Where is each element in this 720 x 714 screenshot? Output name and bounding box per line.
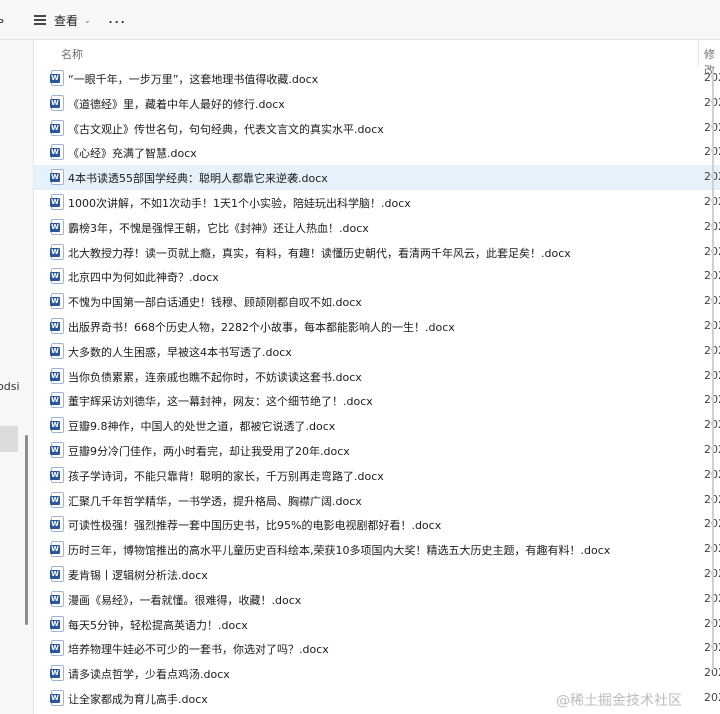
file-row[interactable]: W《心经》充满了智慧.docx202 — [34, 140, 720, 165]
file-name: “一眼千年，一步万里”，这套地理书值得收藏.docx — [68, 73, 319, 86]
column-header-name[interactable]: 名称 — [61, 46, 83, 62]
file-name: 每天5分钟，轻松提高英语力！.docx — [68, 618, 248, 632]
navigation-pane: odsi — [0, 40, 34, 714]
word-document-icon: W — [50, 293, 64, 310]
file-name: 北大教授力荐！读一页就上瘾，真实，有料，有趣！读懂历史朝代，看清两千年风云，此套… — [68, 246, 571, 260]
word-document-icon: W — [50, 218, 64, 235]
file-row[interactable]: W1000次讲解，不如1次动手！1天1个小实验，陪娃玩出科学脑！.docx202 — [34, 190, 720, 215]
file-list-scrollbar[interactable] — [712, 70, 714, 670]
file-name: 出版界奇书！668个历史人物，2282个小故事，每本都能影响人的一生！.docx — [68, 320, 455, 334]
word-document-icon: W — [50, 193, 64, 210]
file-row[interactable]: W每天5分钟，轻松提高英语力！.docx202 — [34, 612, 720, 637]
file-row[interactable]: W可读性极强！强烈推荐一套中国历史书，比95%的电影电视剧都好看！.docx20… — [34, 512, 720, 537]
word-document-icon: W — [50, 70, 64, 86]
watermark: @稀土掘金技术社区 — [556, 693, 682, 709]
file-name: 孩子学诗词，不能只靠背！聪明的家长，千万别再走弯路了.docx — [68, 469, 384, 483]
file-row[interactable]: W 出版界奇书！668个历史人物，2282个小故事，每本都能影响人的一生！.doc… — [34, 314, 720, 339]
file-row[interactable]: W《道德经》里，藏着中年人最好的修行.docx202 — [34, 91, 720, 116]
file-name: 《心经》充满了智慧.docx — [68, 147, 197, 161]
nav-scrollbar[interactable] — [25, 435, 28, 625]
word-document-icon: W — [50, 491, 64, 508]
file-name: 培养物理牛娃必不可少的一套书，你选对了吗？.docx — [68, 643, 329, 657]
file-row[interactable]: W豆瓣9.8神作，中国人的处世之道，都被它说透了.docx202 — [34, 413, 720, 438]
file-name: 麦肯锡丨逻辑树分析法.docx — [68, 568, 208, 582]
word-document-icon: W — [50, 144, 64, 161]
word-document-icon: W — [50, 615, 64, 632]
command-toolbar: ь 查看 ⌄ ... — [0, 0, 720, 40]
file-name: 不愧为中国第一部白话通史！钱穆、顾颉刚都自叹不如.docx — [68, 296, 362, 310]
file-row[interactable]: W“一眼千年，一步万里”，这套地理书值得收藏.docx202 — [34, 66, 720, 91]
word-document-icon: W — [50, 665, 64, 682]
file-row[interactable]: W孩子学诗词，不能只靠背！聪明的家长，千万别再走弯路了.docx202 — [34, 463, 720, 488]
file-row[interactable]: W 历时三年，博物馆推出的高水平儿童历史百科绘本,荣获10多项国内大奖！精选五大历… — [34, 537, 720, 562]
file-name: 可读性极强！强烈推荐一套中国历史书，比95%的电影电视剧都好看！.docx — [68, 519, 442, 533]
word-document-icon: W — [50, 590, 64, 607]
file-name: 霸榜3年，不愧是强悍王朝，它比《封神》还让人热血！.docx — [68, 221, 369, 235]
file-row[interactable]: W 北大教授力荐！读一页就上瘾，真实，有料，有趣！读懂历史朝代，看清两千年风云，此… — [34, 240, 720, 265]
file-row[interactable]: W当你负债累累，连亲戚也瞧不起你时，不妨读读这套书.docx202 — [34, 364, 720, 389]
file-name: 4本书读透55部国学经典：聪明人都靠它来逆袭.docx — [68, 172, 328, 186]
file-name: 当你负债累累，连亲戚也瞧不起你时，不妨读读这套书.docx — [68, 370, 362, 384]
file-name: 漫画《易经》，一看就懂。很难得，收藏！.docx — [68, 593, 302, 607]
word-document-icon: W — [50, 417, 64, 434]
file-row[interactable]: W不愧为中国第一部白话通史！钱穆、顾颉刚都自叹不如.docx202 — [34, 289, 720, 314]
word-document-icon: W — [50, 565, 64, 582]
word-document-icon: W — [50, 689, 64, 706]
file-name: 《古文观止》传世名句，句句经典，代表文言文的真实水平.docx — [68, 122, 384, 136]
toolbar-clipped-text: ь — [0, 12, 5, 26]
word-document-icon: W — [50, 441, 64, 458]
file-row[interactable]: W4本书读透55部国学经典：聪明人都靠它来逆袭.docx202 — [34, 165, 720, 190]
file-row[interactable]: W麦肯锡丨逻辑树分析法.docx202 — [34, 562, 720, 587]
word-document-icon: W — [50, 541, 64, 558]
file-row[interactable]: W请多读点哲学，少看点鸡汤.docx202 — [34, 661, 720, 686]
file-name: 董宇辉采访刘德华，这一幕封神，网友：这个细节绝了！.docx — [68, 395, 373, 409]
file-name: 汇聚几千年哲学精华，一书学透，提升格局、胸襟广阔.docx — [68, 494, 362, 508]
file-row[interactable]: W豆瓣9分冷门佳作，两小时看完，却让我受用了20年.docx202 — [34, 438, 720, 463]
file-row[interactable]: W霸榜3年，不愧是强悍王朝，它比《封神》还让人热血！.docx202 — [34, 215, 720, 240]
file-name: 大多数的人生困惑，早被这4本书写透了.docx — [68, 345, 292, 359]
word-document-icon: W — [50, 119, 64, 136]
file-name: 1000次讲解，不如1次动手！1天1个小实验，陪娃玩出科学脑！.docx — [68, 196, 411, 210]
column-header: 名称 修改 — [34, 40, 720, 77]
file-row[interactable]: W培养物理牛娃必不可少的一套书，你选对了吗？.docx202 — [34, 636, 720, 661]
file-name: 豆瓣9.8神作，中国人的处世之道，都被它说透了.docx — [68, 420, 336, 434]
file-name: 北京四中为何如此神奇？.docx — [68, 271, 219, 285]
file-name: 豆瓣9分冷门佳作，两小时看完，却让我受用了20年.docx — [68, 444, 350, 458]
word-document-icon: W — [50, 392, 64, 409]
file-row[interactable]: W董宇辉采访刘德华，这一幕封神，网友：这个细节绝了！.docx202 — [34, 388, 720, 413]
word-document-icon: W — [50, 243, 64, 260]
nav-item-label[interactable]: odsi — [0, 380, 20, 393]
word-document-icon: W — [50, 268, 64, 285]
file-list: W “一眼千年，一步万里”，这套地理书值得收藏.docx 202 W 《道德经》里，藏着… — [34, 66, 720, 711]
view-label: 查看 — [54, 13, 79, 28]
view-menu-button[interactable]: 查看 ⌄ — [34, 10, 91, 30]
chevron-down-icon: ⌄ — [84, 15, 91, 25]
view-lines-icon — [34, 13, 46, 28]
column-divider[interactable] — [698, 40, 699, 66]
file-name: 历时三年，博物馆推出的高水平儿童历史百科绘本,荣获10多项国内大奖！精选五大历史… — [68, 544, 611, 558]
word-document-icon: W — [50, 466, 64, 483]
more-options-button[interactable]: ... — [108, 8, 126, 27]
word-document-icon: W — [50, 367, 64, 384]
word-document-icon: W — [50, 169, 64, 186]
word-document-icon: W — [50, 640, 64, 657]
word-document-icon: W — [50, 94, 64, 111]
file-row[interactable]: W汇聚几千年哲学精华，一书学透，提升格局、胸襟广阔.docx202 — [34, 488, 720, 513]
file-name: 《道德经》里，藏着中年人最好的修行.docx — [68, 97, 285, 111]
word-document-icon: W — [50, 342, 64, 359]
file-name: 让全家都成为育儿高手.docx — [68, 692, 208, 706]
file-row[interactable]: W北京四中为何如此神奇？.docx202 — [34, 264, 720, 289]
file-row[interactable]: W漫画《易经》，一看就懂。很难得，收藏！.docx202 — [34, 587, 720, 612]
nav-selected-item[interactable] — [0, 426, 18, 452]
file-row[interactable]: W《古文观止》传世名句，句句经典，代表文言文的真实水平.docx202 — [34, 116, 720, 141]
file-name: 请多读点哲学，少看点鸡汤.docx — [68, 668, 230, 682]
file-row[interactable]: W大多数的人生困惑，早被这4本书写透了.docx202 — [34, 339, 720, 364]
file-modified-date: 202 — [704, 690, 720, 704]
word-document-icon: W — [50, 317, 64, 334]
word-document-icon: W — [50, 516, 64, 533]
